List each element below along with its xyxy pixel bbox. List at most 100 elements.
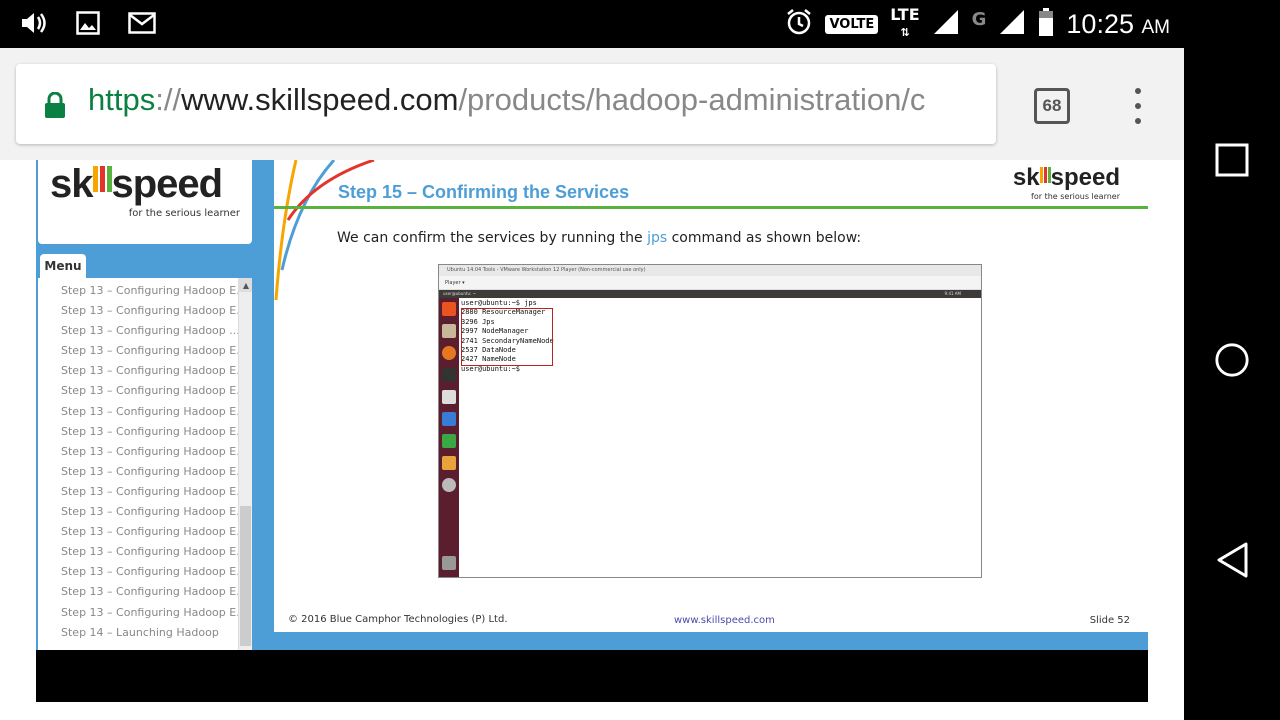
data-arrows-icon: ⇅	[900, 26, 910, 39]
url-host: www.skillspeed.com	[181, 82, 459, 117]
clock-ampm: AM	[1141, 16, 1171, 38]
android-nav-bar	[1184, 0, 1280, 720]
recents-button[interactable]	[1214, 142, 1250, 178]
status-left-icons	[20, 10, 156, 36]
slide-brand-prefix: sk	[1012, 164, 1040, 191]
list-item[interactable]: Step 13 – Configuring Hadoop E...	[38, 481, 238, 501]
ubuntu-top-bar: user@ubuntu: ~ 9:41 AM	[439, 290, 981, 298]
url-scheme: https	[88, 82, 156, 117]
address-bar[interactable]: https://www.skillspeed.com/products/hado…	[16, 64, 996, 144]
writer-icon	[442, 412, 456, 426]
list-item[interactable]: Step 14 – Launching Hadoop	[38, 622, 238, 642]
list-item[interactable]: Step 13 – Configuring Hadoop E...	[38, 280, 238, 300]
clock-time: 10:25	[1066, 8, 1134, 39]
slide-brand-logo: sk speed	[1013, 164, 1120, 192]
battery-icon	[1038, 8, 1054, 40]
menu-scrollbar[interactable]: ▲	[238, 278, 252, 650]
tab-menu[interactable]: Menu	[40, 254, 86, 278]
ubuntu-launcher	[439, 298, 459, 577]
web-content: sk speed for the serious learner Menu Ste…	[0, 160, 1184, 720]
network-type: G	[971, 8, 987, 30]
browser-toolbar: https://www.skillspeed.com/products/hado…	[0, 48, 1184, 160]
list-item[interactable]: Step 13 – Configuring Hadoop E...	[38, 441, 238, 461]
list-item[interactable]: Step 13 – Configuring Hadoop E...	[38, 421, 238, 441]
ubuntu-top-bar-title: user@ubuntu: ~	[443, 291, 476, 296]
body-keyword: jps	[647, 230, 668, 246]
files-icon	[442, 324, 456, 338]
brand-suffix: speed	[111, 162, 224, 206]
gmail-icon	[128, 10, 156, 36]
vm-screenshot: Ubuntu 14.04 Tools - VMware Workstation …	[438, 264, 982, 578]
terminal-icon	[442, 368, 456, 382]
lock-icon	[44, 91, 66, 122]
menu-items: Step 13 – Configuring Hadoop E... Step 1…	[38, 278, 252, 642]
slide: Step 15 – Confirming the Services sk spee…	[274, 160, 1148, 632]
url-text[interactable]: https://www.skillspeed.com/products/hado…	[88, 82, 925, 118]
list-item[interactable]: Step 13 – Configuring Hadoop E...	[38, 581, 238, 601]
tab-switcher-button[interactable]: 68	[1034, 88, 1070, 124]
slide-number: Slide 52	[1089, 615, 1130, 626]
status-right: VOLTE LTE ⇅ G 10:25 AM	[785, 6, 1170, 42]
list-item[interactable]: Step 13 – Configuring Hadoop E...	[38, 602, 238, 622]
firefox-icon	[442, 346, 456, 360]
url-separator: ://	[155, 82, 182, 117]
alarm-icon	[785, 8, 813, 40]
footer-link[interactable]: www.skillspeed.com	[674, 615, 775, 626]
list-item[interactable]: Step 13 – Configuring Hadoop E...	[38, 401, 238, 421]
volte-badge: VOLTE	[825, 14, 879, 34]
list-item[interactable]: Step 13 – Configuring Hadoop E...	[38, 340, 238, 360]
body-text-before: We can confirm the services by running t…	[337, 230, 648, 246]
menu-list: Step 13 – Configuring Hadoop E... Step 1…	[38, 278, 252, 650]
signal-2-icon	[998, 8, 1026, 40]
home-button[interactable]	[1214, 342, 1250, 378]
course-player: sk speed for the serious learner Menu Ste…	[36, 160, 1148, 650]
list-item[interactable]: Step 13 – Configuring Hadoop E...	[38, 541, 238, 561]
slide-tagline: for the serious learner	[1031, 192, 1120, 201]
brand-prefix: sk	[50, 162, 93, 206]
slide-brand-suffix: speed	[1050, 164, 1120, 191]
url-path: /products/hadoop-administration/c	[458, 82, 926, 117]
back-button[interactable]	[1214, 542, 1250, 578]
list-item[interactable]: Step 13 – Configuring Hadoop E...	[38, 521, 238, 541]
terminal-line: user@ubuntu:~$ jps	[461, 299, 537, 307]
slide-title: Step 15 – Confirming the Services	[338, 182, 630, 202]
list-item[interactable]: Step 13 – Configuring Hadoop E...	[38, 461, 238, 481]
player-bottom-band	[36, 650, 1148, 702]
list-item[interactable]: Step 13 – Configuring Hadoop E...	[38, 360, 238, 380]
brand-bars-icon	[92, 166, 112, 192]
impress-icon	[442, 456, 456, 470]
list-item[interactable]: Step 13 – Configuring Hadoop E...	[38, 300, 238, 320]
list-item[interactable]: Step 13 – Configuring Hadoop E...	[38, 561, 238, 581]
clock: 10:25 AM	[1066, 9, 1170, 40]
image-icon	[74, 10, 102, 36]
calc-icon	[442, 434, 456, 448]
footer-copyright: © 2016 Blue Camphor Technologies (P) Ltd…	[288, 614, 508, 625]
list-item[interactable]: Step 13 – Configuring Hadoop E...	[38, 380, 238, 400]
volume-icon	[20, 10, 48, 36]
trash-icon	[442, 556, 456, 570]
terminal-line: user@ubuntu:~$	[461, 364, 521, 373]
body-text-after: command as shown below:	[667, 230, 862, 246]
list-item[interactable]: Step 13 – Configuring Hadoop E...	[38, 501, 238, 521]
sidebar-logo: sk speed for the serious learner	[38, 160, 252, 244]
highlight-box	[461, 308, 553, 366]
slide-brand-bars-icon	[1039, 167, 1051, 183]
lte-indicator: LTE ⇅	[890, 7, 919, 41]
editor-icon	[442, 390, 456, 404]
ubuntu-dash-icon	[442, 302, 456, 316]
status-bar: VOLTE LTE ⇅ G 10:25 AM	[0, 0, 1184, 48]
overflow-menu-icon[interactable]	[1128, 88, 1148, 124]
vm-toolbar: Player ▾	[439, 276, 981, 290]
brand-logo: sk speed	[50, 162, 224, 207]
slide-body-text: We can confirm the services by running t…	[337, 230, 861, 246]
title-divider	[274, 206, 1148, 209]
vm-title-bar: Ubuntu 14.04 Tools - VMware Workstation …	[439, 265, 981, 276]
list-item[interactable]: Step 13 – Configuring Hadoop ...	[38, 320, 238, 340]
settings-icon	[442, 478, 456, 492]
scroll-thumb[interactable]	[240, 506, 251, 646]
brand-tagline: for the serious learner	[128, 208, 240, 219]
signal-icon	[932, 8, 960, 40]
lte-label: LTE	[890, 5, 920, 24]
ubuntu-clock: 9:41 AM	[944, 291, 961, 296]
scroll-up-arrow-icon[interactable]: ▲	[239, 278, 252, 292]
